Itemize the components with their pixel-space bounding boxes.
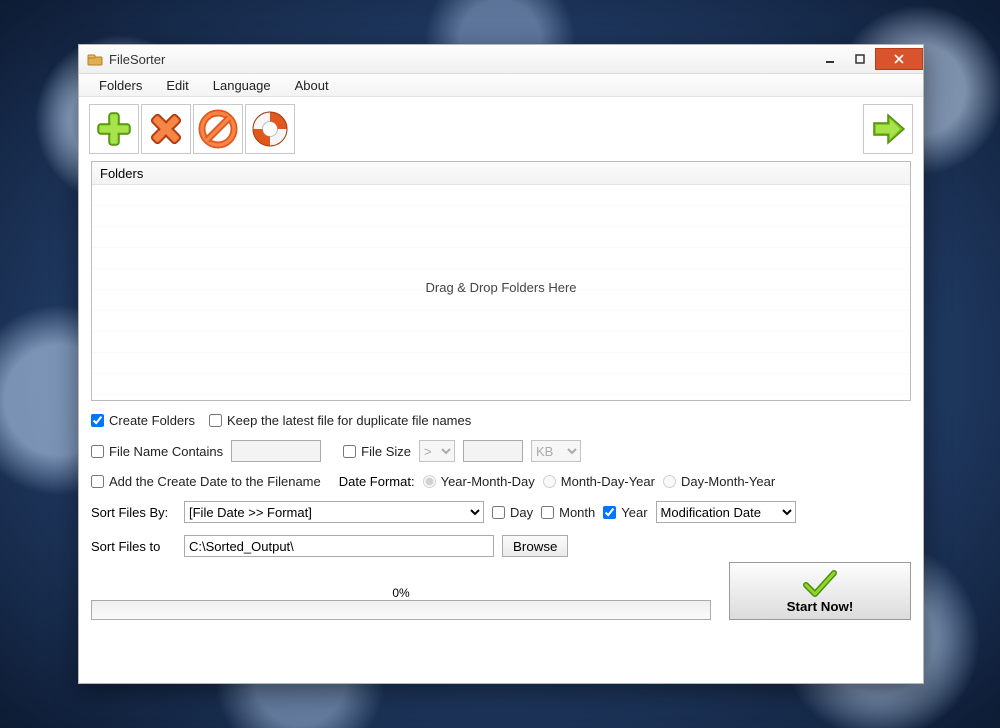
file-size-operator[interactable]: > bbox=[419, 440, 455, 462]
remove-folder-button[interactable] bbox=[141, 104, 191, 154]
date-format-mdy[interactable]: Month-Day-Year bbox=[543, 474, 655, 489]
help-button[interactable] bbox=[245, 104, 295, 154]
menubar: Folders Edit Language About bbox=[79, 74, 923, 97]
date-type-select[interactable]: Modification Date bbox=[656, 501, 796, 523]
file-size-checkbox-input[interactable] bbox=[343, 445, 356, 458]
folders-drop-area[interactable]: Drag & Drop Folders Here bbox=[92, 185, 910, 399]
keep-latest-checkbox[interactable]: Keep the latest file for duplicate file … bbox=[209, 413, 471, 428]
titlebar: FileSorter bbox=[79, 45, 923, 74]
date-format-dmy[interactable]: Day-Month-Year bbox=[663, 474, 775, 489]
drop-hint: Drag & Drop Folders Here bbox=[92, 280, 910, 295]
folders-listbox[interactable]: Folders Drag & Drop Folders Here bbox=[91, 161, 911, 401]
output-path-field[interactable] bbox=[184, 535, 494, 557]
toolbar bbox=[79, 97, 923, 157]
filename-contains-checkbox[interactable]: File Name Contains bbox=[91, 444, 223, 459]
filename-contains-input[interactable] bbox=[91, 445, 104, 458]
x-icon bbox=[146, 109, 186, 149]
keep-latest-input[interactable] bbox=[209, 414, 222, 427]
menu-folders[interactable]: Folders bbox=[89, 76, 152, 95]
create-folders-input[interactable] bbox=[91, 414, 104, 427]
browse-button[interactable]: Browse bbox=[502, 535, 568, 557]
file-size-unit[interactable]: KB bbox=[531, 440, 581, 462]
add-create-date-checkbox[interactable]: Add the Create Date to the Filename bbox=[91, 474, 321, 489]
arrow-right-icon bbox=[868, 109, 908, 149]
content: Folders Drag & Drop Folders Here Create … bbox=[91, 161, 911, 673]
check-icon bbox=[802, 569, 838, 599]
start-button[interactable]: Start Now! bbox=[729, 562, 911, 620]
add-folder-button[interactable] bbox=[89, 104, 139, 154]
date-format-ymd[interactable]: Year-Month-Day bbox=[423, 474, 535, 489]
no-entry-icon bbox=[198, 109, 238, 149]
app-icon bbox=[87, 51, 103, 67]
app-window: FileSorter Folders Edit Language About bbox=[78, 44, 924, 684]
sort-day-checkbox[interactable]: Day bbox=[492, 505, 533, 520]
window-title: FileSorter bbox=[109, 52, 165, 67]
menu-about[interactable]: About bbox=[285, 76, 339, 95]
menu-edit[interactable]: Edit bbox=[156, 76, 198, 95]
sort-to-label: Sort Files to bbox=[91, 539, 176, 554]
sort-month-checkbox[interactable]: Month bbox=[541, 505, 595, 520]
folders-header: Folders bbox=[92, 162, 910, 185]
menu-language[interactable]: Language bbox=[203, 76, 281, 95]
minimize-button[interactable] bbox=[815, 48, 845, 70]
clear-button[interactable] bbox=[193, 104, 243, 154]
close-button[interactable] bbox=[875, 48, 923, 70]
lifebuoy-icon bbox=[250, 109, 290, 149]
file-size-checkbox[interactable]: File Size bbox=[343, 444, 411, 459]
run-button[interactable] bbox=[863, 104, 913, 154]
filename-contains-field[interactable] bbox=[231, 440, 321, 462]
plus-icon bbox=[94, 109, 134, 149]
progress-bar bbox=[91, 600, 711, 620]
date-format-label: Date Format: bbox=[339, 474, 415, 489]
sort-year-checkbox[interactable]: Year bbox=[603, 505, 647, 520]
create-folders-checkbox[interactable]: Create Folders bbox=[91, 413, 195, 428]
maximize-button[interactable] bbox=[845, 48, 875, 70]
file-size-field[interactable] bbox=[463, 440, 523, 462]
sort-by-label: Sort Files By: bbox=[91, 505, 176, 520]
add-create-date-input[interactable] bbox=[91, 475, 104, 488]
progress-percentage: 0% bbox=[91, 586, 711, 600]
sort-by-select[interactable]: [File Date >> Format] bbox=[184, 501, 484, 523]
